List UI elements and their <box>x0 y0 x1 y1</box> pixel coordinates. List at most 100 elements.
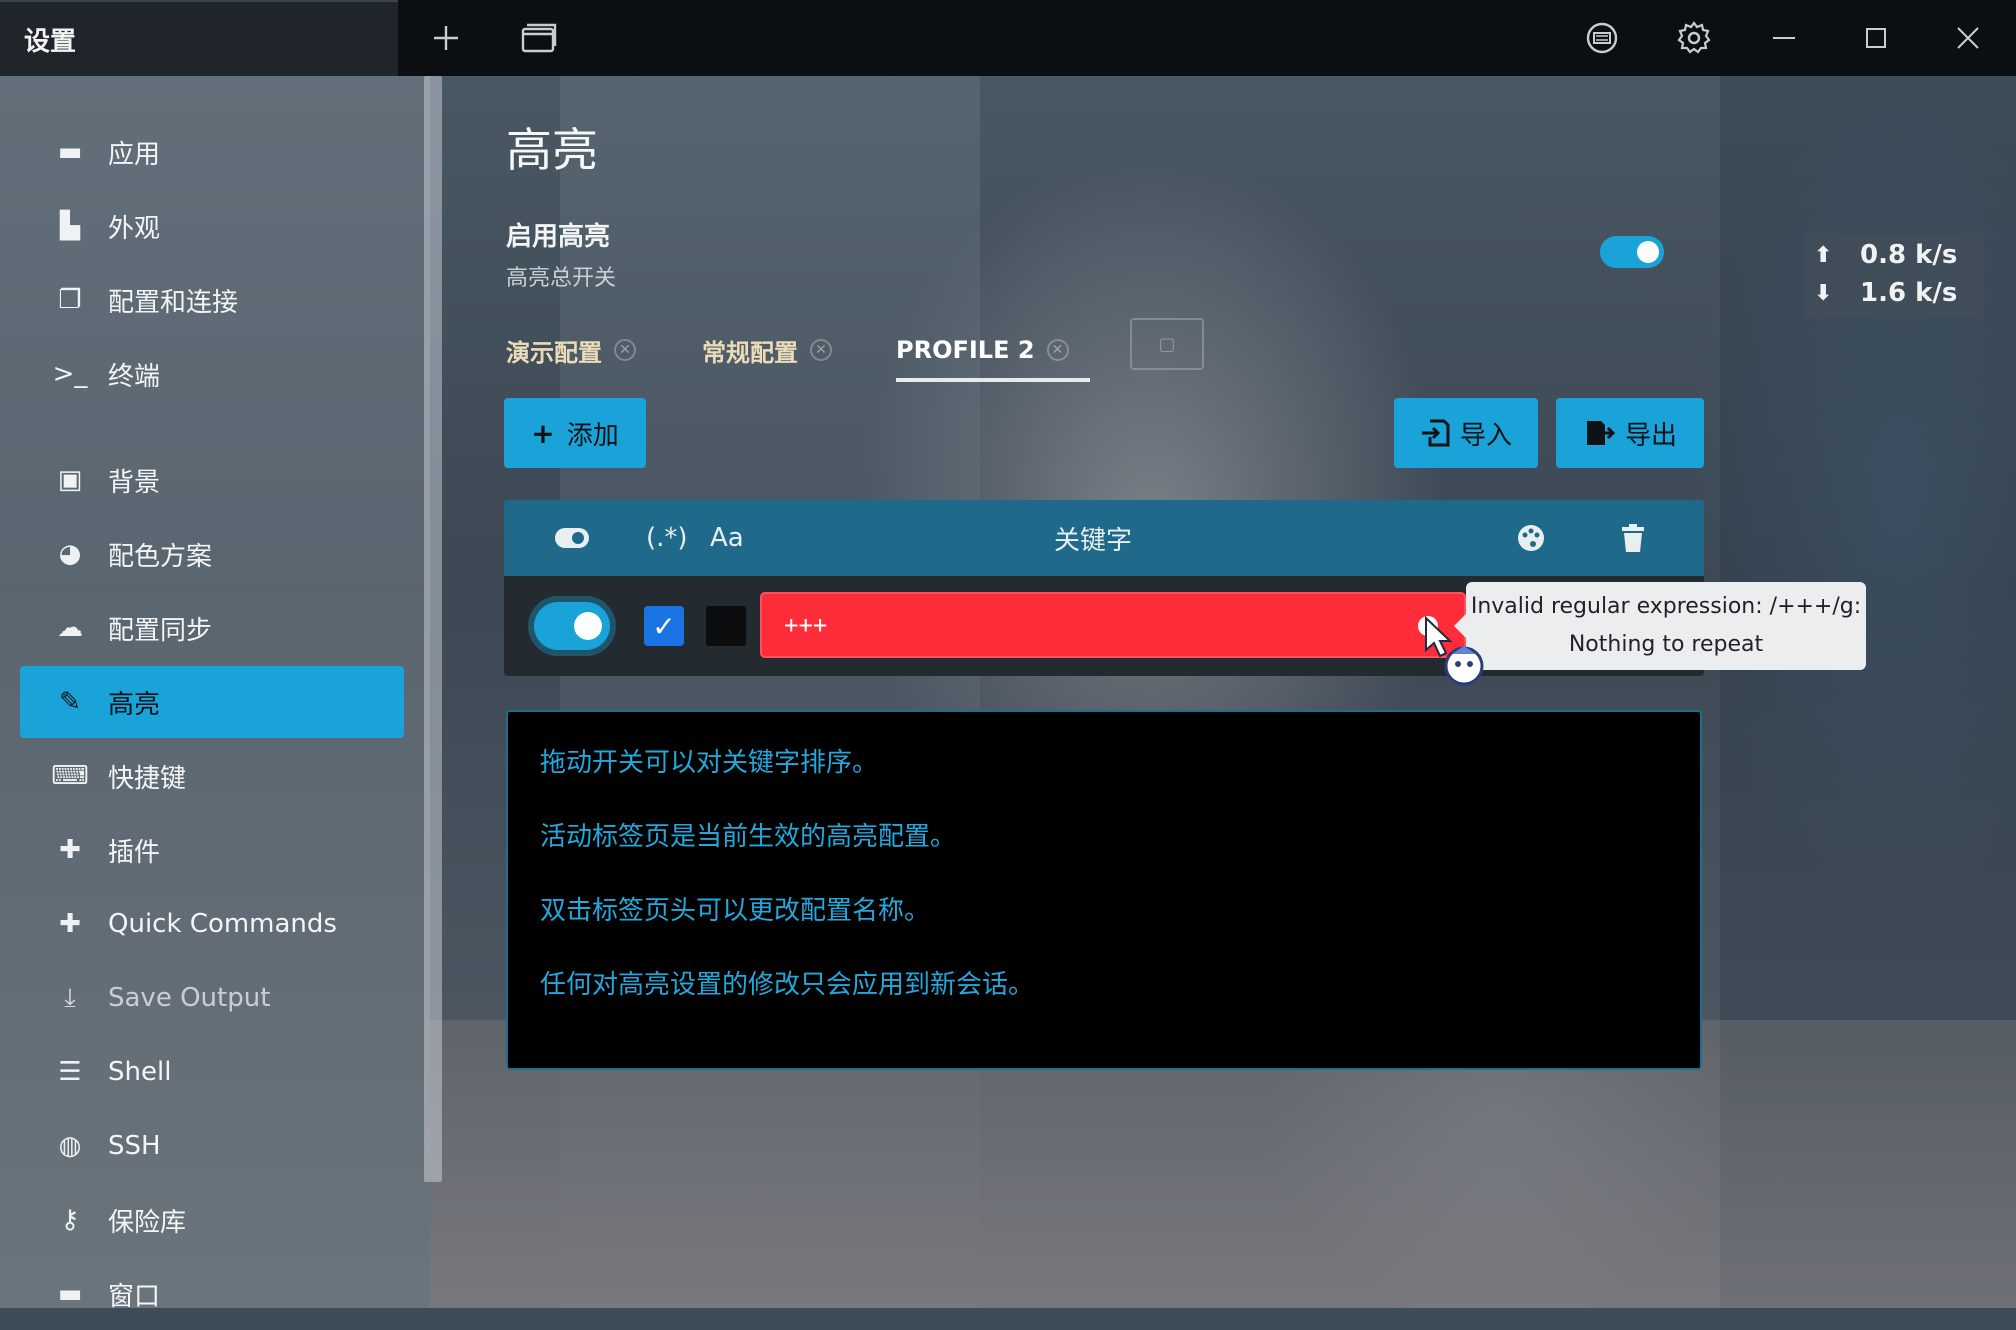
plus-icon <box>434 26 458 50</box>
sidebar-item-label: 保险库 <box>108 1207 187 1238</box>
case-column-header: Aa <box>710 523 744 553</box>
appearance-icon: ▙ <box>60 211 80 241</box>
cloud-icon: ☁ <box>57 613 83 643</box>
download-speed: 1.6 k/s <box>1860 278 1958 308</box>
sidebar-item-label: 外观 <box>108 213 161 244</box>
new-profile-tab-button[interactable]: ▢ <box>1130 318 1204 370</box>
close-tab-icon[interactable]: ✕ <box>1046 339 1069 361</box>
color-swatch[interactable] <box>706 606 746 646</box>
sidebar-item-terminal[interactable]: >_ 终端 <box>20 338 404 410</box>
sidebar-item-background[interactable]: ▣ 背景 <box>20 444 404 516</box>
close-button[interactable] <box>1944 14 1992 62</box>
active-tab-indicator <box>896 378 1090 382</box>
sidebar-item-app[interactable]: ▬ 应用 <box>20 116 404 188</box>
settings-tab-label: 设置 <box>24 26 77 57</box>
window-icon: ▬ <box>57 1279 83 1309</box>
settings-tab[interactable]: 设置 <box>0 0 398 76</box>
highlighter-icon: ✎ <box>59 687 81 717</box>
new-tab-button[interactable] <box>422 14 470 62</box>
mouse-cursor-icon <box>1425 616 1484 686</box>
sidebar-item-window[interactable]: ▬ 窗口 <box>20 1258 404 1330</box>
network-speed-widget: ⬆ 0.8 k/s ⬇ 1.6 k/s <box>1804 234 1984 318</box>
upload-arrow-icon: ⬆ <box>1814 242 1833 268</box>
sidebar-item-label: 配色方案 <box>108 541 213 572</box>
import-button[interactable]: 导入 <box>1394 398 1538 468</box>
sidebar-item-label: 高亮 <box>108 689 161 720</box>
minimize-button[interactable] <box>1760 14 1808 62</box>
sidebar-item-label: 应用 <box>108 139 161 170</box>
export-button[interactable]: 导出 <box>1556 398 1704 468</box>
sidebar-item-ssh[interactable]: ◍ SSH <box>20 1110 404 1182</box>
trash-icon <box>1620 500 1646 576</box>
sidebar-item-highlight[interactable]: ✎ 高亮 <box>20 666 404 738</box>
terminal-icon: >_ <box>52 359 88 389</box>
page-title: 高亮 <box>506 123 598 177</box>
regex-column-header: (.*) <box>646 523 688 553</box>
sidebar-item-plugins[interactable]: ✚ 插件 <box>20 814 404 886</box>
profiles-icon: ❐ <box>58 285 82 315</box>
globe-icon: ◍ <box>58 1131 82 1161</box>
add-button[interactable]: + 添加 <box>504 398 646 468</box>
plus-icon: + <box>531 416 555 450</box>
download-arrow-icon: ⬇ <box>1814 280 1833 306</box>
sidebar-item-profiles[interactable]: ❐ 配置和连接 <box>20 264 404 336</box>
sidebar-item-label: 配置和连接 <box>108 287 239 318</box>
tab-profile-2[interactable]: PROFILE 2 ✕ <box>896 330 1069 370</box>
keyboard-icon: ⌨ <box>51 761 89 791</box>
tab-demo-profile[interactable]: 演示配置 ✕ <box>506 330 636 370</box>
help-text: 活动标签页是当前生效的高亮配置。 <box>540 822 957 852</box>
sidebar-item-vault[interactable]: ⚷ 保险库 <box>20 1184 404 1256</box>
minimize-icon <box>1773 37 1795 39</box>
maximize-icon <box>1866 28 1886 48</box>
palette-icon <box>1516 500 1546 576</box>
sidebar-item-quick-commands[interactable]: ✚ Quick Commands <box>20 888 404 960</box>
sidebar-item-appearance[interactable]: ▙ 外观 <box>20 190 404 262</box>
sidebar-item-label: 窗口 <box>108 1281 161 1312</box>
sidebar-item-config-sync[interactable]: ☁ 配置同步 <box>20 592 404 664</box>
sidebar-item-label: 快捷键 <box>108 763 187 794</box>
enable-highlight-label: 启用高亮 <box>506 222 611 252</box>
app-icon: ▬ <box>57 137 83 167</box>
sidebar-item-hotkeys[interactable]: ⌨ 快捷键 <box>20 740 404 812</box>
image-icon: ▣ <box>57 465 83 495</box>
sidebar-item-label: 终端 <box>108 361 161 392</box>
regex-error-tooltip: Invalid regular expression: /+++/g: Noth… <box>1454 582 1866 670</box>
help-text: 双击标签页头可以更改配置名称。 <box>540 896 931 926</box>
keyword-column-header: 关键字 <box>1054 525 1133 556</box>
keyword-input[interactable]: +++ ! <box>760 592 1466 658</box>
add-button-label: 添加 <box>566 420 619 451</box>
maximize-button[interactable] <box>1852 14 1900 62</box>
sidebar-item-label: 配置同步 <box>108 615 213 646</box>
help-text: 拖动开关可以对关键字排序。 <box>540 748 879 778</box>
regex-checkbox[interactable]: ✓ <box>644 606 684 646</box>
sidebar-item-color-scheme[interactable]: ◕ 配色方案 <box>20 518 404 590</box>
toggle-knob <box>574 612 602 640</box>
sidebar-item-shell[interactable]: ☰ Shell <box>20 1036 404 1108</box>
tabs-overview-button[interactable] <box>514 14 562 62</box>
puzzle-icon: ✚ <box>59 909 81 939</box>
window-stack-icon <box>521 23 557 53</box>
keyword-enabled-toggle[interactable] <box>534 602 610 650</box>
puzzle-icon: ✚ <box>59 835 81 865</box>
keyboard-button[interactable] <box>1578 14 1626 62</box>
sidebar-scrollbar[interactable] <box>424 76 442 1182</box>
tab-label: 演示配置 <box>506 338 602 367</box>
add-tab-icon: ▢ <box>1158 333 1176 355</box>
tab-label: PROFILE 2 <box>896 336 1035 364</box>
title-bar: 设置 <box>0 0 2016 76</box>
enable-highlight-toggle[interactable] <box>1600 236 1664 268</box>
list-icon: ☰ <box>58 1057 82 1087</box>
settings-button[interactable] <box>1670 14 1718 62</box>
close-tab-icon[interactable]: ✕ <box>810 339 832 361</box>
sidebar-item-save-output[interactable]: ⤓ Save Output <box>20 962 404 1034</box>
sidebar-item-label: SSH <box>108 1131 161 1161</box>
sidebar-item-label: 背景 <box>108 467 161 498</box>
download-icon: ⤓ <box>64 982 76 1013</box>
enable-highlight-description: 高亮总开关 <box>506 266 617 291</box>
sidebar-item-label: 插件 <box>108 837 161 868</box>
sidebar-item-label: Save Output <box>108 983 271 1013</box>
close-tab-icon[interactable]: ✕ <box>614 339 636 361</box>
tab-general-profile[interactable]: 常规配置 ✕ <box>702 330 832 370</box>
sidebar-item-label: Quick Commands <box>108 909 337 939</box>
toggle-column-icon <box>554 500 590 576</box>
